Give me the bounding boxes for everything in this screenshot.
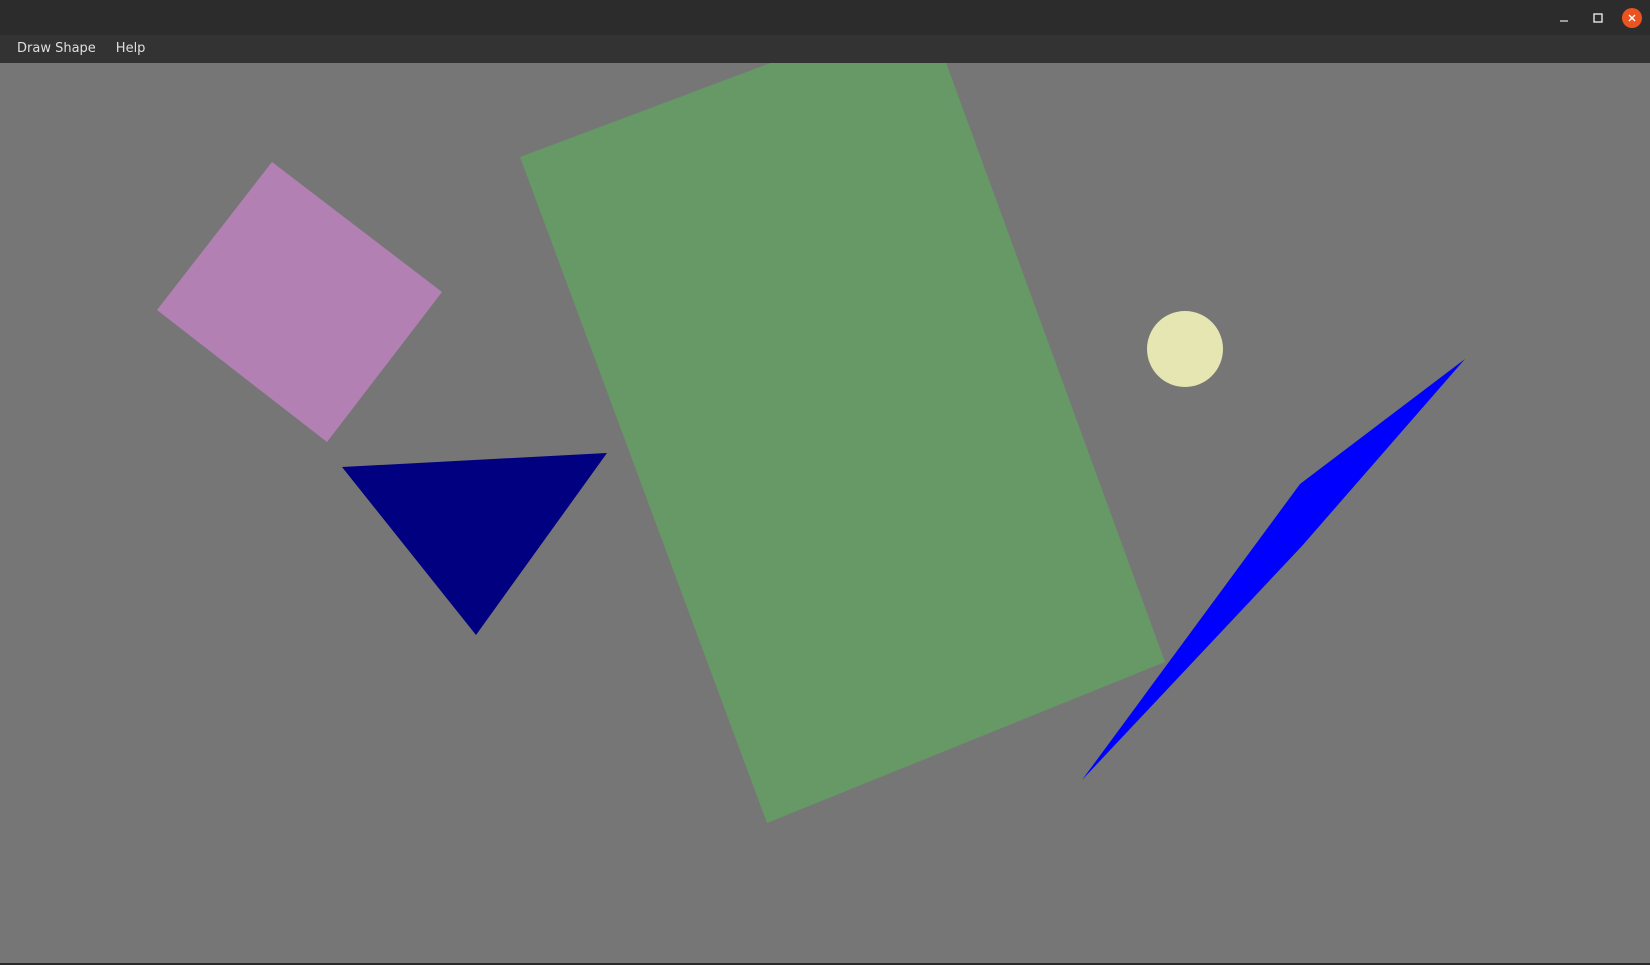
close-button[interactable] bbox=[1620, 6, 1644, 30]
navy-triangle[interactable] bbox=[342, 453, 607, 635]
drawing-canvas[interactable] bbox=[0, 63, 1650, 963]
green-rectangle[interactable] bbox=[520, 63, 1165, 823]
close-button-circle bbox=[1622, 8, 1642, 28]
blue-sliver-shape[interactable] bbox=[1082, 359, 1465, 780]
app-window: Draw Shape Help bbox=[0, 0, 1650, 965]
pale-yellow-circle[interactable] bbox=[1147, 311, 1223, 387]
pink-square[interactable] bbox=[157, 162, 442, 442]
title-bar[interactable] bbox=[0, 0, 1650, 35]
minimize-button[interactable] bbox=[1552, 6, 1576, 30]
shapes-layer bbox=[157, 63, 1465, 823]
menu-help[interactable]: Help bbox=[106, 35, 156, 63]
close-icon bbox=[1628, 14, 1636, 22]
menu-draw-shape[interactable]: Draw Shape bbox=[7, 35, 106, 63]
menu-bar: Draw Shape Help bbox=[0, 35, 1650, 63]
maximize-button[interactable] bbox=[1586, 6, 1610, 30]
minimize-icon bbox=[1560, 20, 1568, 22]
maximize-icon bbox=[1593, 13, 1603, 23]
